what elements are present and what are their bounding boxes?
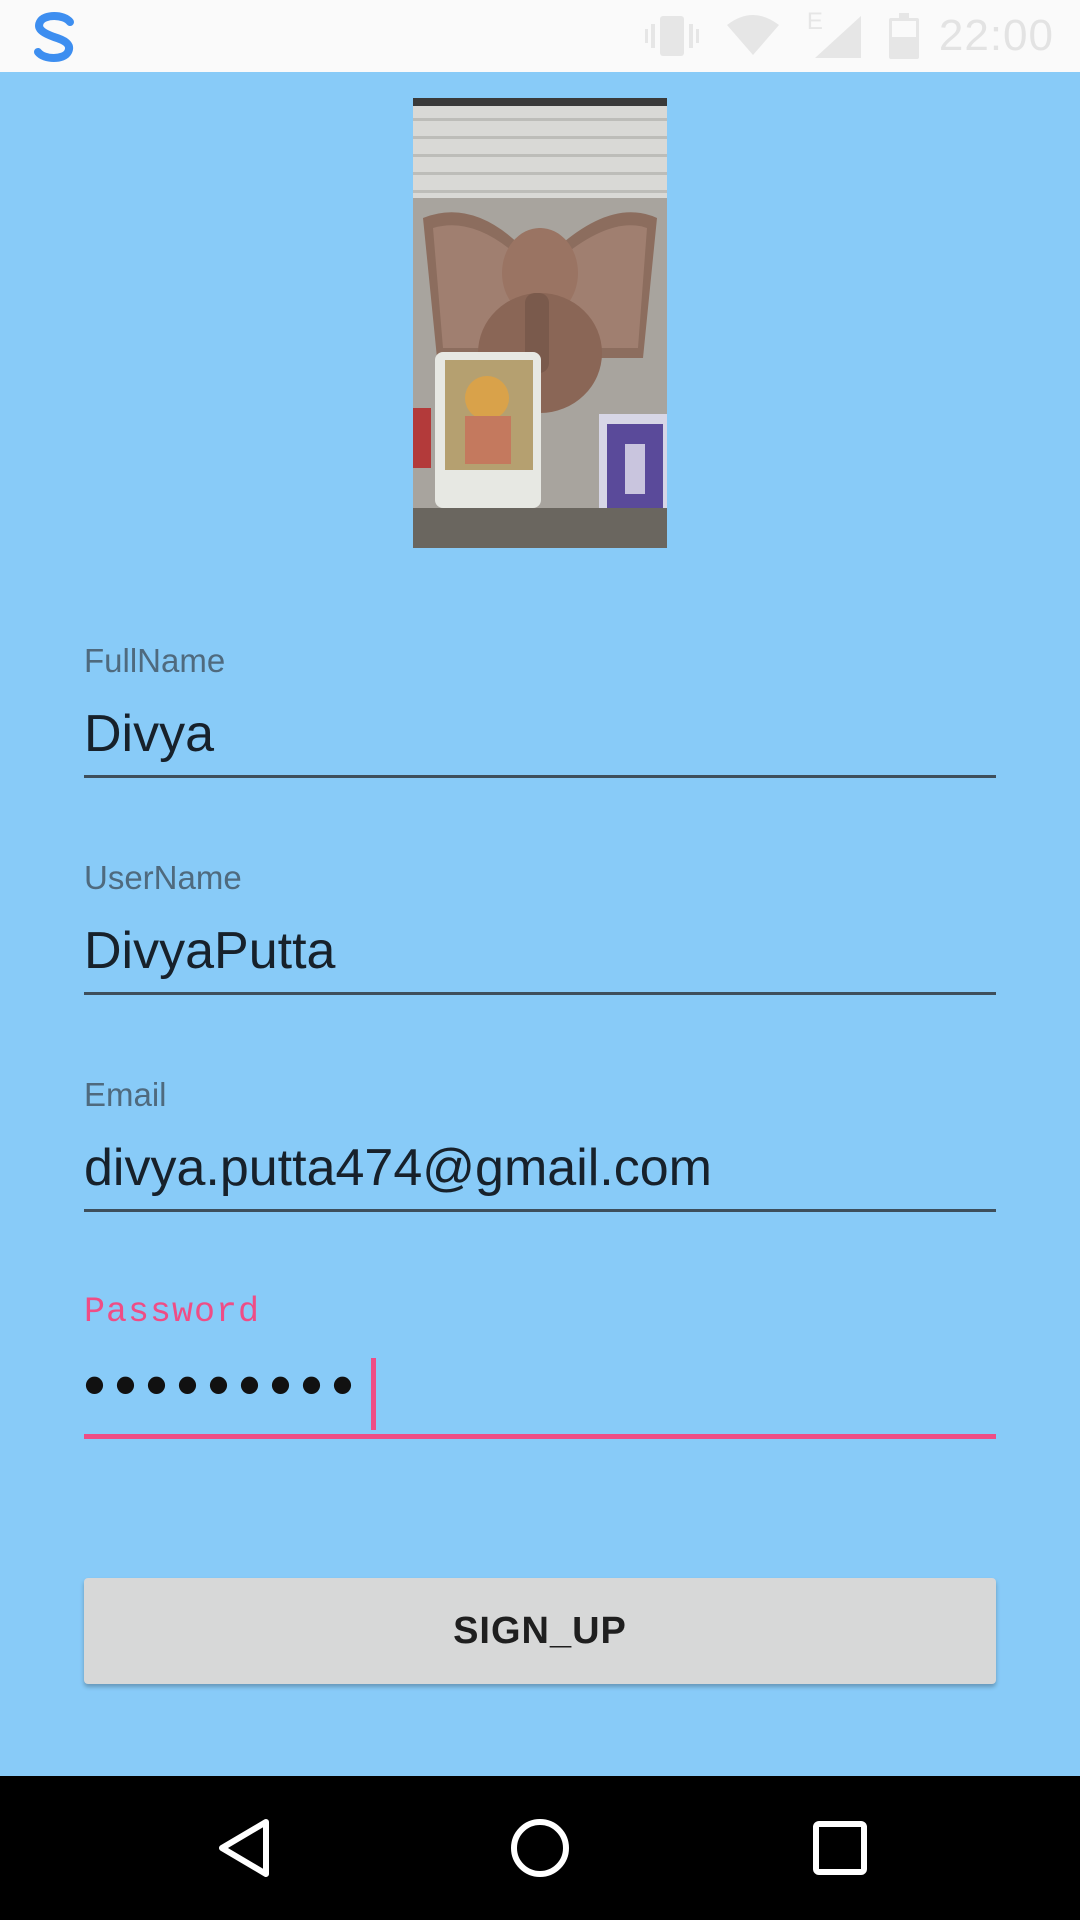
username-label: UserName	[84, 859, 242, 896]
email-label: Email	[84, 1076, 167, 1113]
text-cursor	[371, 1358, 376, 1430]
email-field[interactable]: Email divya.putta474@gmail.com	[84, 1076, 996, 1216]
battery-icon	[888, 13, 919, 59]
fullname-field[interactable]: FullName Divya	[84, 642, 996, 782]
signal-icon	[814, 16, 861, 58]
profile-photo[interactable]	[413, 98, 667, 548]
fullname-label: FullName	[84, 642, 226, 679]
signal-group: E	[807, 8, 861, 58]
status-icons: E 22:00	[617, 0, 1054, 72]
wifi-icon	[726, 15, 779, 55]
email-underline	[84, 1209, 996, 1212]
back-icon[interactable]	[214, 1816, 274, 1880]
username-underline	[84, 992, 996, 995]
password-input[interactable]: •••••••••	[84, 1350, 363, 1419]
navigation-bar	[0, 1776, 1080, 1920]
recents-icon[interactable]	[810, 1818, 870, 1878]
status-time: 22:00	[938, 11, 1054, 60]
app-logo-icon	[34, 12, 74, 62]
password-label: Password	[84, 1292, 261, 1332]
fullname-input[interactable]: Divya	[84, 704, 214, 764]
home-icon[interactable]	[508, 1816, 572, 1880]
username-field[interactable]: UserName DivyaPutta	[84, 859, 996, 999]
username-input[interactable]: DivyaPutta	[84, 921, 335, 981]
email-input[interactable]: divya.putta474@gmail.com	[84, 1138, 712, 1198]
vibrate-icon	[644, 16, 699, 56]
fullname-underline	[84, 775, 996, 778]
signup-button[interactable]: SIGN_UP	[84, 1578, 996, 1684]
password-field[interactable]: Password •••••••••	[84, 1292, 996, 1442]
password-underline	[84, 1434, 996, 1439]
status-bar: E 22:00	[0, 0, 1080, 72]
profile-photo-image	[413, 98, 667, 548]
signup-screen: FullName Divya UserName DivyaPutta Email…	[0, 72, 1080, 1776]
